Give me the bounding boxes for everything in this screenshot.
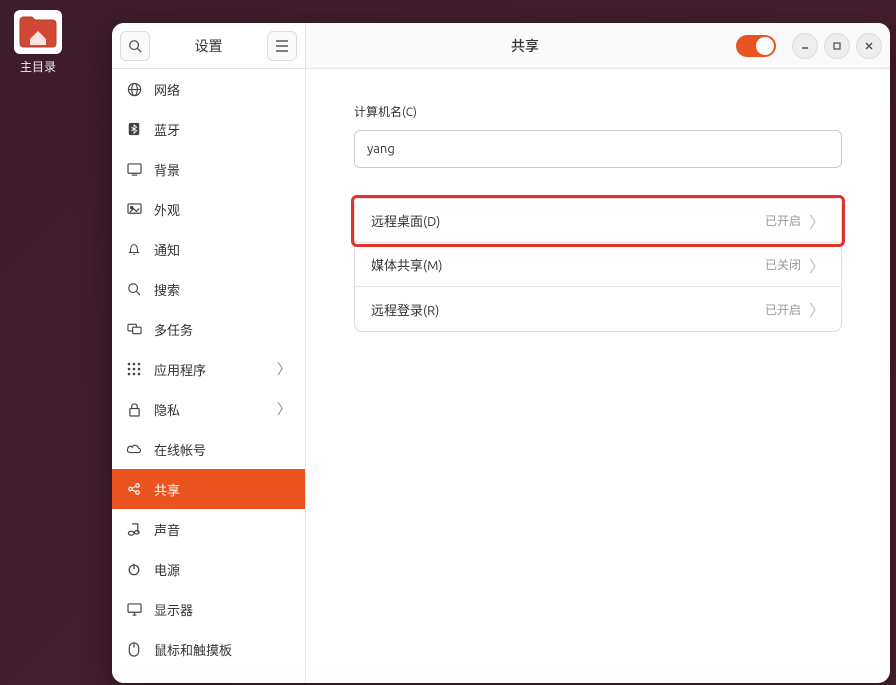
sidebar-title: 设置 — [195, 36, 223, 56]
sidebar-item-online-accounts[interactable]: 在线帐号 — [112, 429, 305, 469]
row-status: 已关闭 〉 — [765, 253, 825, 277]
sidebar-item-label: 声音 — [154, 520, 180, 539]
sidebar-item-label: 蓝牙 — [154, 120, 180, 139]
background-icon — [126, 161, 142, 177]
sharing-master-toggle[interactable] — [736, 35, 776, 57]
sidebar-item-multitask[interactable]: 多任务 — [112, 309, 305, 349]
appearance-icon — [126, 201, 142, 217]
sidebar-item-applications[interactable]: 应用程序 〉 — [112, 349, 305, 389]
sidebar-item-search[interactable]: 搜索 — [112, 269, 305, 309]
sidebar-item-label: 电源 — [154, 560, 180, 579]
sidebar-item-appearance[interactable]: 外观 — [112, 189, 305, 229]
window-close-button[interactable] — [856, 33, 882, 59]
mouse-icon — [126, 641, 142, 657]
row-label: 远程登录(R) — [371, 300, 439, 319]
chevron-right-icon: 〉 — [809, 209, 825, 233]
sidebar-item-label: 鼠标和触摸板 — [154, 640, 232, 659]
search-button[interactable] — [120, 31, 150, 61]
sidebar-item-bluetooth[interactable]: 蓝牙 — [112, 109, 305, 149]
sidebar-item-label: 背景 — [154, 160, 180, 179]
sidebar-item-privacy[interactable]: 隐私 〉 — [112, 389, 305, 429]
row-label: 远程桌面(D) — [371, 211, 440, 230]
search-icon — [126, 281, 142, 297]
sharing-content: 计算机名(C) 远程桌面(D) 已开启 〉 媒体共享(M) 已关闭 〉 — [306, 69, 890, 366]
main-header: 共享 — [306, 23, 890, 69]
hamburger-menu-button[interactable] — [267, 31, 297, 61]
desktop-home-label: 主目录 — [8, 58, 68, 75]
settings-sidebar: 设置 网络 蓝牙 — [112, 23, 306, 683]
sharing-options-list: 远程桌面(D) 已开启 〉 媒体共享(M) 已关闭 〉 远程登录(R) — [354, 198, 842, 332]
sidebar-header: 设置 — [112, 23, 305, 69]
row-remote-desktop[interactable]: 远程桌面(D) 已开启 〉 — [355, 199, 841, 243]
cloud-icon — [126, 441, 142, 457]
power-icon — [126, 561, 142, 577]
sidebar-item-mouse-touchpad[interactable]: 鼠标和触摸板 — [112, 629, 305, 669]
row-remote-login[interactable]: 远程登录(R) 已开启 〉 — [355, 287, 841, 331]
chevron-right-icon: 〉 — [277, 359, 291, 379]
display-icon — [126, 601, 142, 617]
chevron-right-icon: 〉 — [809, 253, 825, 277]
computer-name-label: 计算机名(C) — [354, 103, 842, 120]
sidebar-item-label: 在线帐号 — [154, 440, 206, 459]
sidebar-item-background[interactable]: 背景 — [112, 149, 305, 189]
computer-name-input[interactable] — [354, 130, 842, 168]
bluetooth-icon — [126, 121, 142, 137]
settings-window: 设置 网络 蓝牙 — [112, 23, 890, 683]
sidebar-item-label: 通知 — [154, 240, 180, 259]
sidebar-list: 网络 蓝牙 背景 外观 — [112, 69, 305, 683]
sidebar-item-label: 多任务 — [154, 320, 193, 339]
desktop-home-icon[interactable]: 主目录 — [8, 10, 68, 75]
bell-icon — [126, 241, 142, 257]
page-title: 共享 — [314, 36, 736, 56]
globe-icon — [126, 81, 142, 97]
window-maximize-button[interactable] — [824, 33, 850, 59]
window-minimize-button[interactable] — [792, 33, 818, 59]
sidebar-item-label: 网络 — [154, 80, 180, 99]
sidebar-item-network[interactable]: 网络 — [112, 69, 305, 109]
apps-icon — [126, 361, 142, 377]
share-icon — [126, 481, 142, 497]
row-status: 已开启 〉 — [765, 297, 825, 321]
sidebar-item-label: 共享 — [154, 480, 180, 499]
sidebar-item-label: 显示器 — [154, 600, 193, 619]
sidebar-item-label: 外观 — [154, 200, 180, 219]
lock-icon — [126, 401, 142, 417]
sidebar-item-sharing[interactable]: 共享 — [112, 469, 305, 509]
sidebar-item-notifications[interactable]: 通知 — [112, 229, 305, 269]
sidebar-item-label: 隐私 — [154, 400, 180, 419]
chevron-right-icon: 〉 — [277, 399, 291, 419]
chevron-right-icon: 〉 — [809, 297, 825, 321]
row-status: 已开启 〉 — [765, 209, 825, 233]
sidebar-item-label: 应用程序 — [154, 360, 206, 379]
row-media-sharing[interactable]: 媒体共享(M) 已关闭 〉 — [355, 243, 841, 287]
sound-icon — [126, 521, 142, 537]
row-label: 媒体共享(M) — [371, 255, 443, 274]
sidebar-item-power[interactable]: 电源 — [112, 549, 305, 589]
sidebar-item-sound[interactable]: 声音 — [112, 509, 305, 549]
sidebar-item-label: 搜索 — [154, 280, 180, 299]
home-folder-icon — [14, 10, 62, 54]
main-panel: 共享 计算机名(C) 远程桌面(D) 已开启 〉 — [306, 23, 890, 683]
sidebar-item-displays[interactable]: 显示器 — [112, 589, 305, 629]
watermark-text: CSDN @咖喱年糕 — [772, 658, 878, 677]
multitask-icon — [126, 321, 142, 337]
